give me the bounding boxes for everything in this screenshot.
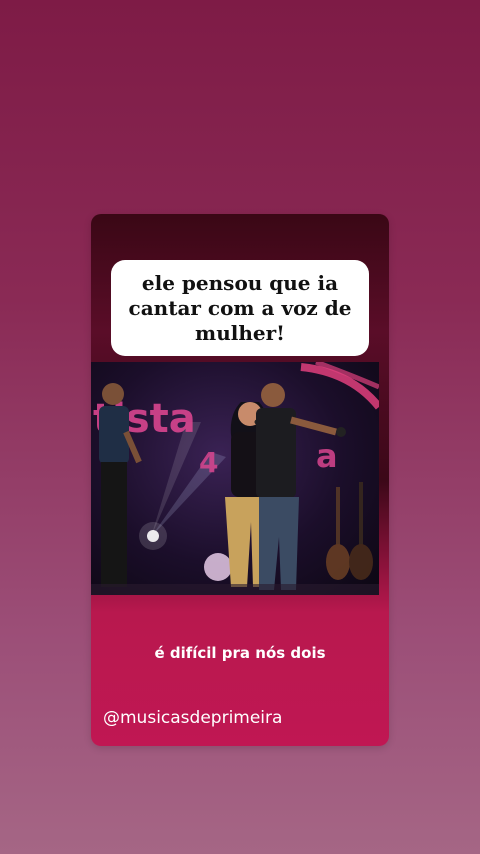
caption-box: ele pensou que ia cantar com a voz de mu… — [111, 260, 369, 356]
stage-sign-number: 4 — [199, 446, 218, 479]
stage-scene: tista 4 a — [91, 362, 379, 595]
video-frame[interactable]: tista 4 a — [91, 362, 379, 595]
balloon — [204, 553, 232, 581]
svg-text:a: a — [316, 437, 338, 475]
video-subtitle: é difícil pra nós dois — [154, 644, 326, 662]
account-handle[interactable]: @musicasdeprimeira — [103, 708, 282, 728]
story-card[interactable]: ele pensou que ia cantar com a voz de mu… — [91, 214, 389, 746]
caption-text: ele pensou que ia cantar com a voz de mu… — [128, 270, 352, 345]
guitar-rack — [326, 482, 373, 580]
